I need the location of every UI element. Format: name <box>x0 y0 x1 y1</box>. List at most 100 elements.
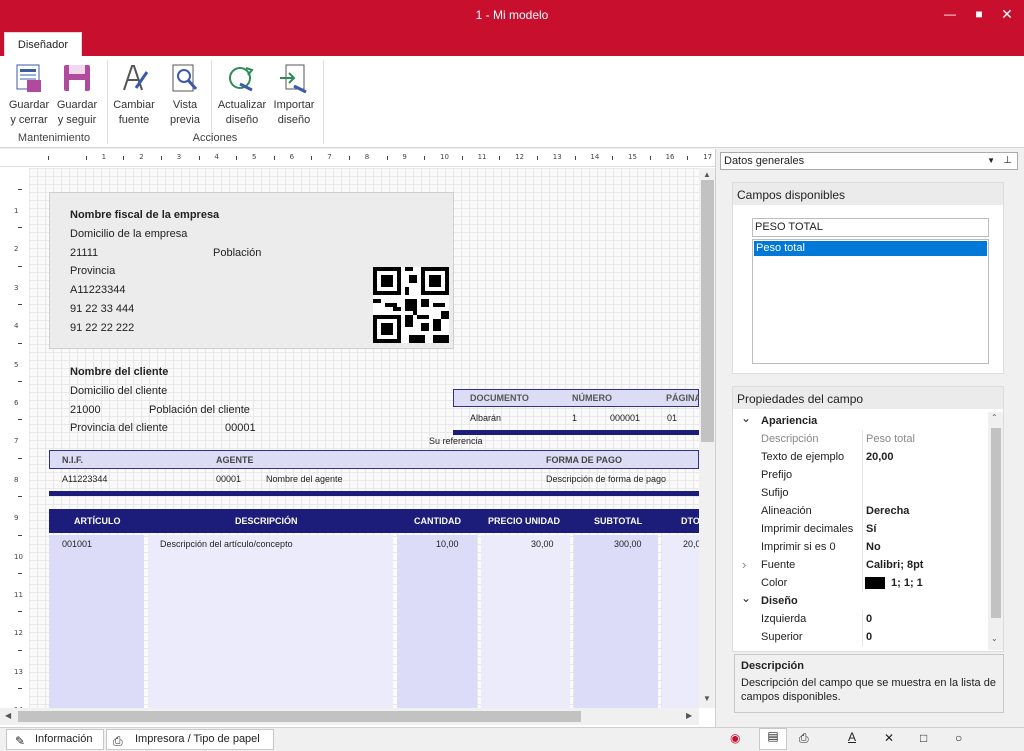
col-descripcion[interactable] <box>148 535 393 708</box>
client-name[interactable]: Nombre del cliente <box>70 366 168 378</box>
horizontal-scroll-thumb[interactable] <box>18 711 581 722</box>
row-subtotal[interactable]: 300,00 <box>614 539 642 549</box>
field-search-input[interactable]: PESO TOTAL <box>752 218 989 237</box>
property-section[interactable]: ⌄ Diseño <box>735 589 985 610</box>
col-articulo[interactable] <box>49 535 144 708</box>
data-source-combo[interactable]: Datos generales ▼ ⊥ <box>720 152 1018 170</box>
agent-name[interactable]: Nombre del agente <box>266 474 343 484</box>
close-icon[interactable]: ✕ <box>999 6 1015 22</box>
doc-series[interactable]: 1 <box>572 413 577 423</box>
vertical-ruler: 1234567891011121314 <box>0 167 28 715</box>
property-divider <box>862 466 863 484</box>
property-value[interactable]: Derecha <box>866 502 909 520</box>
client-code[interactable]: 00001 <box>225 422 256 434</box>
row-description[interactable]: Descripción del artículo/concepto <box>160 539 293 549</box>
scroll-right-icon[interactable]: ▶ <box>686 711 692 720</box>
col-subtotal[interactable] <box>574 535 658 708</box>
vertical-scrollbar[interactable]: ▲ ▼ <box>699 168 715 708</box>
import-design-button[interactable]: Importar diseño <box>270 60 318 128</box>
property-row[interactable]: Descripción Peso total <box>735 430 985 448</box>
tab-informacion[interactable]: ✎ Información <box>6 729 104 750</box>
col-dto[interactable] <box>662 535 699 708</box>
property-row[interactable]: Izquierda 0 <box>735 610 985 628</box>
color-swatch[interactable] <box>865 577 885 589</box>
property-scrollbar[interactable]: ⌃ ⌄ <box>988 412 1003 650</box>
collapse-chevron-icon[interactable]: ⌄ <box>741 412 751 427</box>
list-item[interactable]: Peso total <box>754 241 987 256</box>
ruler-number: 10 <box>14 552 23 561</box>
property-row[interactable]: Texto de ejemplo 20,00 <box>735 448 985 466</box>
preview-button[interactable]: Vista previa <box>161 60 209 128</box>
property-row[interactable]: Imprimir decimales Sí <box>735 520 985 538</box>
save-and-continue-button[interactable]: Guardar y seguir <box>53 60 101 128</box>
change-font-button[interactable]: Cambiar fuente <box>110 60 158 128</box>
property-row[interactable]: Alineación Derecha <box>735 502 985 520</box>
palette-icon[interactable]: ◉ <box>730 731 748 747</box>
collapse-chevron-icon[interactable]: ⌄ <box>741 589 751 607</box>
expand-chevron-icon[interactable]: › <box>742 556 746 574</box>
property-row[interactable]: Imprimir si es 0 No <box>735 538 985 556</box>
chevron-up-icon[interactable]: ⌃ <box>991 413 998 422</box>
property-grid[interactable]: ⌄ Apariencia Descripción Peso total Texto de… <box>735 412 987 649</box>
doc-number[interactable]: 000001 <box>610 413 640 423</box>
scroll-left-icon[interactable]: ◀ <box>5 711 11 720</box>
nif-value[interactable]: A11223344 <box>62 474 107 484</box>
agent-code[interactable]: 00001 <box>216 474 241 484</box>
minimize-icon[interactable]: — <box>942 6 958 22</box>
horizontal-scrollbar[interactable]: ◀ ▶ <box>0 708 699 725</box>
property-value[interactable]: 1; 1; 1 <box>891 574 923 592</box>
scroll-down-icon[interactable]: ▼ <box>703 694 711 703</box>
property-row[interactable]: › Fuente Calibri; 8pt <box>735 556 985 574</box>
property-scroll-thumb[interactable] <box>991 428 1001 618</box>
nif-header[interactable]: N.I.F. AGENTE FORMA DE PAGO <box>49 450 699 469</box>
client-province[interactable]: Provincia del cliente <box>70 422 168 434</box>
property-value[interactable]: No <box>866 538 881 556</box>
row-article[interactable]: 001001 <box>62 539 92 549</box>
available-fields-list[interactable]: Peso total <box>752 239 989 364</box>
scroll-up-icon[interactable]: ▲ <box>703 170 711 179</box>
property-section[interactable]: ⌄ Apariencia <box>735 412 985 430</box>
property-value[interactable]: 0 <box>866 610 872 628</box>
tab-disenador[interactable]: Diseñador <box>4 32 82 56</box>
your-reference[interactable]: Su referencia <box>429 436 483 446</box>
no-format-icon[interactable]: ✕ <box>884 731 894 745</box>
doc-page[interactable]: 01 <box>667 413 677 423</box>
row-discount[interactable]: 20,0 <box>683 539 699 549</box>
page-icon[interactable]: ▤ <box>759 728 787 750</box>
report-page[interactable]: Nombre fiscal de la empresa Domicilio de… <box>29 168 699 708</box>
design-canvas[interactable]: 1 2 3 4 5 6 7 8 9 10 11 12 13 14 15 16 17 1 2 3 4 5 6 7 8 9 10 11 1… <box>0 149 716 727</box>
document-header[interactable]: DOCUMENTO NÚMERO PÁGINA <box>453 389 699 407</box>
property-value[interactable]: Sí <box>866 520 876 538</box>
property-row[interactable]: Sufijo <box>735 484 985 502</box>
row-price[interactable]: 30,00 <box>531 539 554 549</box>
chevron-down-icon[interactable]: ⌄ <box>991 634 998 643</box>
pin-icon[interactable]: ⊥ <box>1003 153 1012 169</box>
property-row[interactable]: Prefijo <box>735 466 985 484</box>
text-format-icon[interactable]: A <box>848 730 856 744</box>
col-cantidad[interactable] <box>397 535 477 708</box>
property-value[interactable]: 20,00 <box>866 448 894 466</box>
update-design-button[interactable]: Actualizar diseño <box>216 60 268 128</box>
printer-small-icon[interactable]: ⎙ <box>799 731 809 746</box>
property-value[interactable]: Calibri; 8pt <box>866 556 923 574</box>
client-postal-code[interactable]: 21000 <box>70 404 101 416</box>
save-and-close-button[interactable]: Guardar y cerrar <box>5 60 53 128</box>
rectangle-icon[interactable]: □ <box>920 731 927 745</box>
property-value[interactable]: Peso total <box>866 430 915 448</box>
maximize-icon[interactable]: ■ <box>971 6 987 22</box>
client-address[interactable]: Domicilio del cliente <box>70 385 167 397</box>
lines-table-header[interactable]: ARTÍCULO DESCRIPCIÓN CANTIDAD PRECIO UNI… <box>49 509 699 533</box>
circle-icon[interactable]: ○ <box>955 731 962 745</box>
property-row[interactable]: Color 1; 1; 1 <box>735 574 985 592</box>
tab-impresora[interactable]: ⎙ Impresora / Tipo de papel <box>106 729 274 750</box>
doc-type[interactable]: Albarán <box>470 413 501 423</box>
company-block[interactable]: Nombre fiscal de la empresa Domicilio de… <box>49 192 454 349</box>
col-precio[interactable] <box>481 535 570 708</box>
chevron-down-icon[interactable]: ▼ <box>987 153 995 169</box>
payment-method[interactable]: Descripción de forma de pago <box>546 474 666 484</box>
row-quantity[interactable]: 10,00 <box>436 539 459 549</box>
client-city[interactable]: Población del cliente <box>149 404 250 416</box>
property-value[interactable]: 0 <box>866 628 872 646</box>
property-row[interactable]: Superior 0 <box>735 628 985 646</box>
vertical-scroll-thumb[interactable] <box>701 180 714 442</box>
